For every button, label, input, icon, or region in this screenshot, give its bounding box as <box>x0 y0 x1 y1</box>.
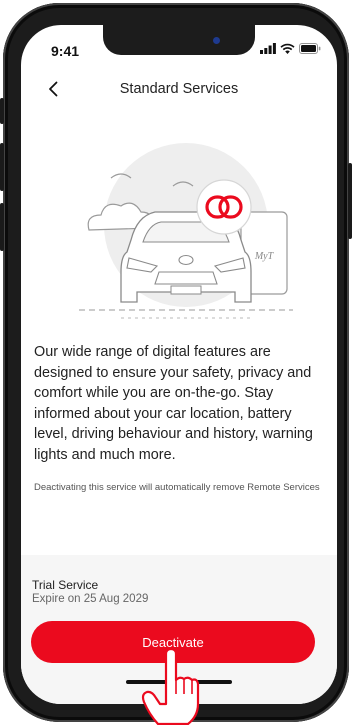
side-button-volume-down <box>0 203 4 251</box>
wifi-icon <box>280 43 295 54</box>
page-title: Standard Services <box>119 81 239 97</box>
status-icons <box>260 43 321 54</box>
signal-icon <box>260 43 276 54</box>
camera-icon <box>213 37 220 44</box>
pointing-hand-icon <box>141 648 200 725</box>
side-button-mute <box>0 98 4 124</box>
myt-badge-text: MyT <box>254 251 275 262</box>
nav-header: Standard Services <box>21 75 337 107</box>
app-screen: 9:41 Standard Services MyT Our wide rang… <box>21 25 337 704</box>
car-illustration: MyT <box>79 143 293 319</box>
notch <box>103 25 255 55</box>
battery-icon <box>299 43 321 54</box>
side-button-power <box>348 163 352 239</box>
trial-service-label: Trial Service <box>32 578 99 592</box>
trial-expiry-date: Expire on 25 Aug 2029 <box>32 593 149 605</box>
service-description: Our wide range of digital features are d… <box>34 344 313 463</box>
phone-frame: 9:41 Standard Services MyT Our wide rang… <box>0 3 352 722</box>
status-time: 9:41 <box>51 43 80 59</box>
deactivation-note: Deactivating this service will automatic… <box>34 482 320 493</box>
side-button-volume-up <box>0 143 4 191</box>
